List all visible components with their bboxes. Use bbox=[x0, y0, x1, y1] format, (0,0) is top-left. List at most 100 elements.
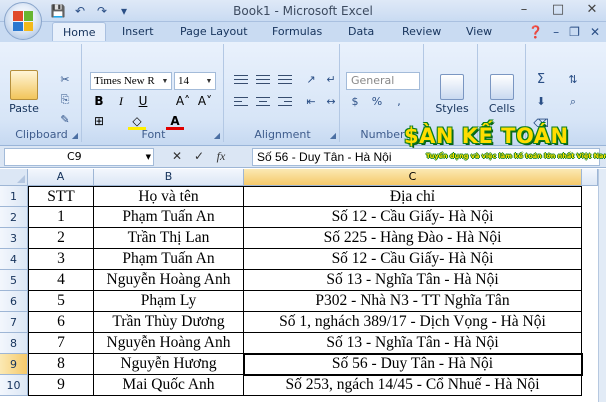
row-header[interactable]: 7 bbox=[0, 312, 28, 333]
find-select-icon[interactable]: ⌕ bbox=[564, 94, 582, 110]
insert-function-icon[interactable]: fx bbox=[214, 149, 228, 164]
font-launcher-icon[interactable]: ◢ bbox=[214, 131, 220, 140]
help-icon[interactable]: ❓ bbox=[528, 25, 543, 39]
alignment-launcher-icon[interactable]: ◢ bbox=[330, 131, 336, 140]
row-header[interactable]: 2 bbox=[0, 207, 28, 228]
table-cell[interactable]: Số 12 - Cầu Giấy- Hà Nội bbox=[244, 249, 582, 270]
tab-data[interactable]: Data bbox=[348, 25, 374, 38]
tab-page-layout[interactable]: Page Layout bbox=[180, 25, 248, 38]
table-cell[interactable]: 7 bbox=[28, 333, 94, 354]
wrap-text-icon[interactable]: ↵ bbox=[322, 72, 340, 88]
table-cell[interactable]: Phạm Tuấn An bbox=[94, 207, 244, 228]
table-cell[interactable]: Nguyễn Hoàng Anh bbox=[94, 333, 244, 354]
select-all-button[interactable] bbox=[0, 169, 28, 186]
table-cell[interactable]: Số 56 - Duy Tân - Hà Nội bbox=[243, 353, 583, 376]
comma-style-icon[interactable]: , bbox=[390, 94, 408, 110]
align-center-icon[interactable] bbox=[254, 94, 272, 110]
table-cell[interactable]: Phạm Tuấn An bbox=[94, 249, 244, 270]
header-cell[interactable]: Địa chỉ bbox=[244, 186, 582, 207]
cut-icon[interactable]: ✂ bbox=[56, 72, 74, 88]
row-header[interactable]: 3 bbox=[0, 228, 28, 249]
table-cell[interactable]: Số 13 - Nghĩa Tân - Hà Nội bbox=[244, 270, 582, 291]
row-header[interactable]: 10 bbox=[0, 375, 28, 396]
format-painter-icon[interactable]: ✎ bbox=[56, 112, 74, 128]
merge-center-icon[interactable]: ↔ bbox=[322, 94, 340, 110]
vertical-scrollbar[interactable] bbox=[598, 169, 606, 402]
table-cell[interactable]: 9 bbox=[28, 375, 94, 396]
table-cell[interactable]: Nguyễn Hương bbox=[94, 354, 244, 375]
underline-button[interactable]: U bbox=[134, 92, 152, 110]
row-header[interactable]: 6 bbox=[0, 291, 28, 312]
align-right-icon[interactable] bbox=[276, 94, 294, 110]
table-cell[interactable]: Mai Quốc Anh bbox=[94, 375, 244, 396]
column-header-b[interactable]: B bbox=[94, 169, 244, 186]
cells-button[interactable]: Cells bbox=[484, 74, 520, 115]
row-header[interactable]: 1 bbox=[0, 186, 28, 207]
tab-home[interactable]: Home bbox=[52, 22, 107, 41]
table-cell[interactable]: P302 - Nhà N3 - TT Nghĩa Tân bbox=[244, 291, 582, 312]
cancel-icon[interactable]: ✕ bbox=[170, 149, 184, 164]
align-bottom-icon[interactable] bbox=[276, 72, 294, 88]
column-header-c[interactable]: C bbox=[244, 169, 582, 186]
orientation-icon[interactable]: ↗ bbox=[302, 72, 320, 88]
header-cell[interactable]: STT bbox=[28, 186, 94, 207]
table-cell[interactable]: 8 bbox=[28, 354, 94, 375]
table-cell[interactable]: 5 bbox=[28, 291, 94, 312]
tab-review[interactable]: Review bbox=[402, 25, 441, 38]
row-header[interactable]: 5 bbox=[0, 270, 28, 291]
header-cell[interactable]: Họ và tên bbox=[94, 186, 244, 207]
table-cell[interactable]: 6 bbox=[28, 312, 94, 333]
workbook-close-icon[interactable]: ✕ bbox=[590, 25, 600, 39]
maximize-icon[interactable]: □ bbox=[550, 2, 566, 18]
table-cell[interactable]: Phạm Ly bbox=[94, 291, 244, 312]
name-box[interactable]: C9 ▼ bbox=[4, 148, 154, 166]
copy-icon[interactable]: ⎘ bbox=[56, 92, 74, 108]
minimize-icon[interactable]: – bbox=[516, 2, 532, 18]
table-cell[interactable]: 3 bbox=[28, 249, 94, 270]
shrink-font-icon[interactable]: A˅ bbox=[196, 92, 214, 110]
enter-icon[interactable]: ✓ bbox=[192, 149, 206, 164]
table-cell[interactable]: Trần Thị Lan bbox=[94, 228, 244, 249]
percent-icon[interactable]: % bbox=[368, 94, 386, 110]
table-cell[interactable]: 1 bbox=[28, 207, 94, 228]
close-icon[interactable]: ✕ bbox=[584, 2, 600, 18]
table-cell[interactable]: Nguyễn Hoàng Anh bbox=[94, 270, 244, 291]
row-header[interactable]: 4 bbox=[0, 249, 28, 270]
sort-filter-icon[interactable]: ⇅ bbox=[564, 72, 582, 88]
grow-font-icon[interactable]: A˄ bbox=[174, 92, 192, 110]
decrease-indent-icon[interactable]: ⇤ bbox=[302, 94, 320, 110]
table-cell[interactable]: Số 1, nghách 389/17 - Dịch Vọng - Hà Nội bbox=[244, 312, 582, 333]
row-header[interactable]: 8 bbox=[0, 333, 28, 354]
styles-icon bbox=[440, 74, 464, 100]
font-size-combo[interactable]: 14 ▼ bbox=[174, 72, 216, 90]
table-cell[interactable]: Số 12 - Cầu Giấy- Hà Nội bbox=[244, 207, 582, 228]
styles-button[interactable]: Styles bbox=[434, 74, 470, 115]
align-top-icon[interactable] bbox=[232, 72, 250, 88]
table-cell[interactable]: Trần Thùy Dương bbox=[94, 312, 244, 333]
workbook-restore-icon[interactable]: ❐ bbox=[569, 25, 580, 39]
number-format-combo[interactable]: General bbox=[346, 72, 420, 90]
bold-button[interactable]: B bbox=[90, 92, 108, 110]
autosum-icon[interactable]: Σ bbox=[532, 72, 550, 88]
workbook-minimize-icon[interactable]: – bbox=[553, 25, 559, 39]
office-button[interactable] bbox=[4, 2, 42, 40]
fill-icon[interactable]: ⬇ bbox=[532, 94, 550, 110]
tab-view[interactable]: View bbox=[466, 25, 492, 38]
italic-button[interactable]: I bbox=[112, 92, 130, 110]
table-cell[interactable]: Số 13 - Nghĩa Tân - Hà Nội bbox=[244, 333, 582, 354]
row-header[interactable]: 9 bbox=[0, 354, 28, 375]
table-cell[interactable]: Số 253, ngách 14/45 - Cổ Nhuế - Hà Nội bbox=[244, 375, 582, 396]
align-middle-icon[interactable] bbox=[254, 72, 272, 88]
table-cell[interactable]: 4 bbox=[28, 270, 94, 291]
tab-formulas[interactable]: Formulas bbox=[272, 25, 322, 38]
paste-button[interactable]: Paste bbox=[8, 70, 40, 115]
table-cell[interactable]: Số 225 - Hàng Đào - Hà Nội bbox=[244, 228, 582, 249]
clipboard-launcher-icon[interactable]: ◢ bbox=[72, 131, 78, 140]
font-name-combo[interactable]: Times New R ▼ bbox=[90, 72, 172, 90]
tab-insert[interactable]: Insert bbox=[122, 25, 154, 38]
table-cell[interactable]: 2 bbox=[28, 228, 94, 249]
align-left-icon[interactable] bbox=[232, 94, 250, 110]
currency-icon[interactable]: $ bbox=[346, 94, 364, 110]
column-header-d[interactable] bbox=[582, 169, 598, 186]
column-header-a[interactable]: A bbox=[28, 169, 94, 186]
